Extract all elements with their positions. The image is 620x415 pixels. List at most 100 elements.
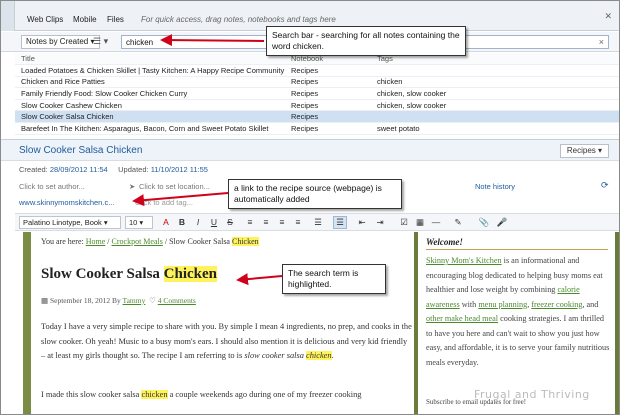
outdent-icon[interactable]: ⇤ bbox=[355, 216, 369, 229]
italic-button[interactable]: I bbox=[191, 216, 205, 229]
shortcuts-hint: For quick access, drag notes, notebooks … bbox=[141, 15, 336, 24]
note-notebook-cell: Recipes bbox=[285, 99, 371, 112]
location-pin-icon: ➤ bbox=[129, 182, 136, 191]
underline-button[interactable]: U bbox=[207, 216, 221, 229]
breadcrumb: You are here: Home / Crockpot Meals / Sl… bbox=[41, 237, 259, 246]
note-tags-cell: chicken, slow cooker bbox=[371, 87, 619, 100]
calendar-icon: ▦ bbox=[41, 296, 49, 305]
shortcut-mobile[interactable]: Mobile bbox=[73, 15, 97, 24]
table-icon[interactable]: ▦ bbox=[413, 216, 427, 229]
bold-button[interactable]: B bbox=[175, 216, 189, 229]
checkbox-icon[interactable]: ☑ bbox=[397, 216, 411, 229]
tag-field[interactable]: Click to add tag... bbox=[135, 198, 193, 207]
note-title[interactable]: Slow Cooker Salsa Chicken bbox=[19, 145, 142, 156]
paragraph-text: Today I have a very simple recipe to sha… bbox=[41, 322, 412, 360]
column-header-title[interactable]: Title bbox=[15, 53, 285, 66]
updated-label: Updated: bbox=[118, 165, 149, 174]
note-notebook-cell: Recipes bbox=[285, 64, 371, 77]
close-icon[interactable]: ✕ bbox=[604, 11, 612, 22]
table-row[interactable]: Loaded Potatoes & Chicken Skillet | Tast… bbox=[15, 64, 619, 77]
strikethrough-button[interactable]: S bbox=[223, 216, 237, 229]
align-left-icon[interactable]: ≡ bbox=[243, 216, 257, 229]
recipe-name-italic: slow cooker salsa bbox=[244, 351, 304, 360]
note-title-cell: Barefeet In The Kitchen: Asparagus, Baco… bbox=[15, 122, 285, 135]
note-title-cell: Slow Cooker Cashew Chicken bbox=[15, 99, 285, 112]
note-tags-cell: chicken, slow cooker bbox=[371, 99, 619, 112]
breadcrumb-prefix: You are here: bbox=[41, 237, 84, 246]
breadcrumb-category-link[interactable]: Crockpot Meals bbox=[112, 237, 163, 246]
note-notebook-cell: Recipes bbox=[285, 87, 371, 100]
notebook-select-button[interactable]: Recipes ▾ bbox=[559, 144, 609, 158]
view-options-icon[interactable]: ☰ ▾ bbox=[93, 35, 115, 49]
freezer-cooking-link[interactable]: freezer cooking bbox=[531, 300, 582, 309]
menu-planning-link[interactable]: menu planning bbox=[478, 300, 527, 309]
note-tags-cell bbox=[371, 64, 619, 77]
note-header: Slow Cooker Salsa Chicken Recipes ▾ bbox=[1, 139, 619, 161]
note-tags-cell: sweet potato bbox=[371, 122, 619, 135]
bullet-list-icon[interactable]: ☰ bbox=[333, 216, 347, 229]
blog-name-link[interactable]: Skinny Mom's Kitchen bbox=[426, 256, 502, 265]
justify-icon[interactable]: ≡ bbox=[291, 216, 305, 229]
sidebar-text-part: with bbox=[461, 299, 477, 309]
heading-text: Slow Cooker Salsa bbox=[41, 266, 160, 282]
text-color-button[interactable]: A bbox=[159, 216, 173, 229]
note-dates: Created: 28/09/2012 11:54 Updated: 11/10… bbox=[19, 165, 208, 174]
table-row[interactable]: Chicken and Rice Patties Recipes chicken bbox=[15, 76, 619, 89]
author-field[interactable]: Click to set author... bbox=[19, 182, 85, 191]
note-notebook-cell: Recipes bbox=[285, 110, 371, 124]
search-highlight: Chicken bbox=[231, 237, 259, 246]
font-family-select[interactable]: Palatino Linotype, Book ▾ bbox=[19, 216, 121, 229]
formatting-toolbar: Palatino Linotype, Book ▾ 10 ▾ A B I U S… bbox=[15, 213, 619, 231]
breadcrumb-separator: / bbox=[164, 237, 168, 246]
updated-value[interactable]: 11/10/2012 11:55 bbox=[151, 165, 208, 174]
horizontal-rule-icon[interactable]: — bbox=[429, 216, 443, 229]
table-row-selected[interactable]: Slow Cooker Salsa Chicken Recipes bbox=[15, 110, 619, 124]
paragraph-text: I made this slow cooker salsa bbox=[41, 390, 140, 399]
author-link[interactable]: Tammy bbox=[123, 296, 146, 305]
indent-icon[interactable]: ⇥ bbox=[373, 216, 387, 229]
note-title-cell: Loaded Potatoes & Chicken Skillet | Tast… bbox=[15, 64, 285, 77]
callout-source: a link to the recipe source (webpage) is… bbox=[228, 179, 402, 209]
microphone-icon[interactable]: 🎤 bbox=[495, 216, 509, 229]
note-history-link[interactable]: Note history bbox=[475, 182, 515, 191]
note-title-cell: Chicken and Rice Patties bbox=[15, 76, 285, 89]
sidebar-text-part: and bbox=[586, 299, 599, 309]
left-panel-strip bbox=[1, 1, 15, 31]
sidebar-text: Skinny Mom's Kitchen is an informational… bbox=[426, 256, 610, 367]
numbered-list-icon[interactable]: ☰ bbox=[311, 216, 325, 229]
location-field[interactable]: Click to set location... bbox=[139, 182, 210, 191]
breadcrumb-current: Slow Cooker Salsa bbox=[169, 237, 230, 246]
table-row[interactable]: Slow Cooker Cashew Chicken Recipes chick… bbox=[15, 99, 619, 112]
breadcrumb-separator: / bbox=[107, 237, 110, 246]
created-value[interactable]: 28/09/2012 11:54 bbox=[50, 165, 108, 174]
shortcut-web-clips[interactable]: Web Clips bbox=[27, 15, 63, 24]
article-column: You are here: Home / Crockpot Meals / Sl… bbox=[31, 232, 414, 414]
sync-icon[interactable]: ⟳ bbox=[601, 180, 609, 191]
attachment-icon[interactable]: 📎 bbox=[477, 216, 491, 229]
sidebar-title: Welcome! bbox=[426, 237, 463, 247]
shortcut-files[interactable]: Files bbox=[107, 15, 124, 24]
search-highlight: chicken bbox=[141, 390, 168, 399]
font-size-select[interactable]: 10 ▾ bbox=[125, 216, 153, 229]
source-url-link[interactable]: www.skinnymomskitchen.c... bbox=[19, 198, 114, 207]
pencil-icon[interactable]: ✎ bbox=[451, 216, 465, 229]
page-border bbox=[23, 232, 31, 414]
comment-icon: ♡ bbox=[149, 296, 156, 305]
align-center-icon[interactable]: ≡ bbox=[259, 216, 273, 229]
article-paragraph: Today I have a very simple recipe to sha… bbox=[41, 322, 412, 360]
article-heading: Slow Cooker Salsa Chicken bbox=[41, 266, 218, 283]
created-label: Created: bbox=[19, 165, 48, 174]
note-title-cell: Slow Cooker Salsa Chicken bbox=[15, 110, 285, 124]
other-strategies-link[interactable]: other make head meal bbox=[426, 314, 498, 323]
table-row[interactable]: Barefeet In The Kitchen: Asparagus, Baco… bbox=[15, 122, 619, 135]
watermark: Frugal and Thriving bbox=[474, 388, 590, 401]
sidebar-divider bbox=[426, 249, 608, 250]
callout-search: Search bar - searching for all notes con… bbox=[266, 26, 466, 56]
align-right-icon[interactable]: ≡ bbox=[275, 216, 289, 229]
clear-search-icon[interactable]: × bbox=[599, 36, 604, 48]
sort-notes-button[interactable]: Notes by Created ▾ bbox=[21, 35, 100, 49]
table-row[interactable]: Family Friendly Food: Slow Cooker Chicke… bbox=[15, 87, 619, 100]
note-tags-cell bbox=[371, 110, 619, 124]
comments-link[interactable]: 4 Comments bbox=[158, 296, 196, 305]
breadcrumb-home-link[interactable]: Home bbox=[86, 237, 106, 246]
